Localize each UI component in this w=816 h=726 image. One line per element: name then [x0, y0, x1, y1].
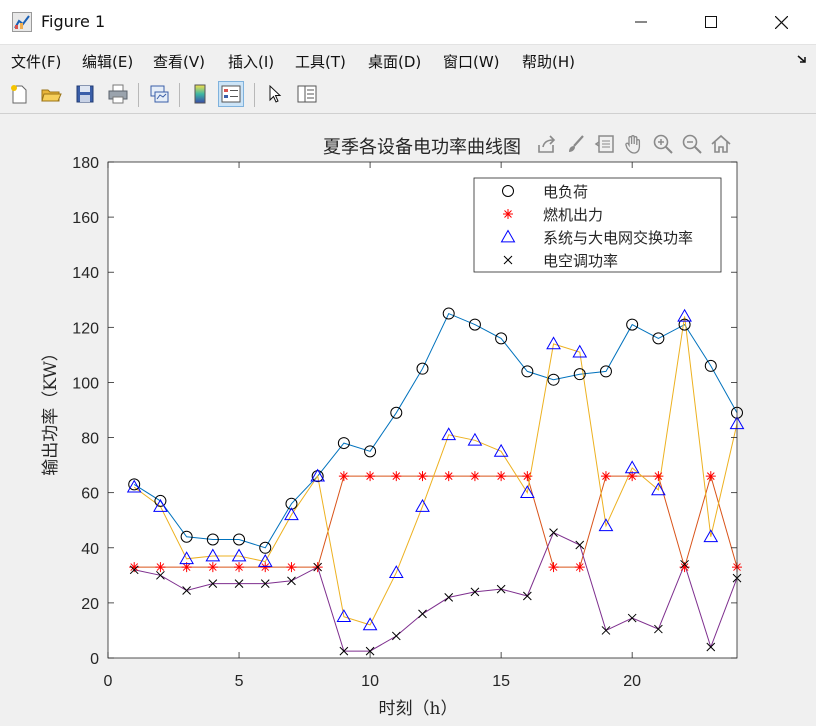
y-tick-label: 80 — [81, 431, 99, 448]
data-point-s2-7 — [286, 562, 297, 573]
y-tick-label: 140 — [72, 265, 99, 282]
data-point-s2-5 — [234, 562, 245, 573]
data-point-s2-18 — [574, 562, 585, 573]
legend-label-4: 电空调功率 — [543, 252, 618, 270]
data-point-s2-10 — [365, 471, 376, 482]
legend-label-2: 燃机出力 — [543, 206, 603, 224]
y-tick-label: 180 — [72, 155, 99, 172]
y-tick-label: 0 — [90, 651, 99, 668]
chart-title: 夏季各设备电功率曲线图 — [323, 137, 521, 158]
zoom-out-button[interactable] — [679, 130, 705, 158]
x-tick-label: 15 — [492, 673, 510, 690]
axes-toolbar — [534, 130, 734, 160]
pan-icon — [625, 135, 641, 154]
data-point-s2-15 — [496, 471, 507, 482]
x-tick-label: 20 — [623, 673, 641, 690]
data-point-s2-21 — [653, 471, 664, 482]
data-point-s2-16 — [522, 471, 533, 482]
data-point-s2-9 — [338, 471, 349, 482]
zoom-in-icon — [653, 134, 673, 154]
data-point-s2-6 — [260, 562, 271, 573]
y-tick-label: 40 — [81, 541, 99, 558]
export-button[interactable] — [534, 130, 560, 158]
brush-button[interactable] — [563, 130, 589, 158]
data-point-s2-17 — [548, 562, 559, 573]
zoom-in-button[interactable] — [650, 130, 676, 158]
legend[interactable]: 电负荷燃机出力系统与大电网交换功率电空调功率 — [473, 177, 722, 273]
x-tick-label: 0 — [104, 673, 113, 690]
data-point-s2-1 — [129, 562, 140, 573]
pan-button[interactable] — [621, 130, 647, 158]
zoom-out-icon — [682, 134, 702, 154]
y-tick-label: 160 — [72, 210, 99, 227]
data-point-s2-19 — [600, 471, 611, 482]
data-point-s2-2 — [155, 562, 166, 573]
y-axis-label: 输出功率（KW） — [41, 344, 61, 476]
y-tick-label: 120 — [72, 320, 99, 337]
data-point-s2-11 — [391, 471, 402, 482]
data-point-s2-13 — [443, 471, 454, 482]
chart: 0 5 10 15 20 0 20 40 60 80 100 120 140 160 180 夏季各设备电… — [41, 137, 745, 719]
x-axis-label: 时刻（h） — [379, 699, 458, 719]
data-tips-button[interactable] — [592, 130, 618, 158]
data-point-s2-4 — [207, 562, 218, 573]
data-point-s2-22 — [679, 562, 690, 573]
home-button[interactable] — [708, 130, 734, 158]
data-point-s2-23 — [705, 471, 716, 482]
y-tick-label: 20 — [81, 596, 99, 613]
legend-label-1: 电负荷 — [543, 183, 588, 201]
data-point-s2-12 — [417, 471, 428, 482]
legend-label-3: 系统与大电网交换功率 — [543, 229, 693, 247]
home-icon — [711, 134, 731, 153]
export-icon — [538, 135, 556, 153]
data-point-s2-14 — [469, 471, 480, 482]
x-tick-label: 10 — [361, 673, 379, 690]
x-tick-label: 5 — [235, 673, 244, 690]
y-tick-label: 100 — [72, 375, 99, 392]
y-tick-label: 60 — [81, 486, 99, 503]
legend-marker-2 — [503, 209, 513, 219]
brush-icon — [569, 135, 584, 152]
data-tips-icon — [594, 135, 614, 153]
